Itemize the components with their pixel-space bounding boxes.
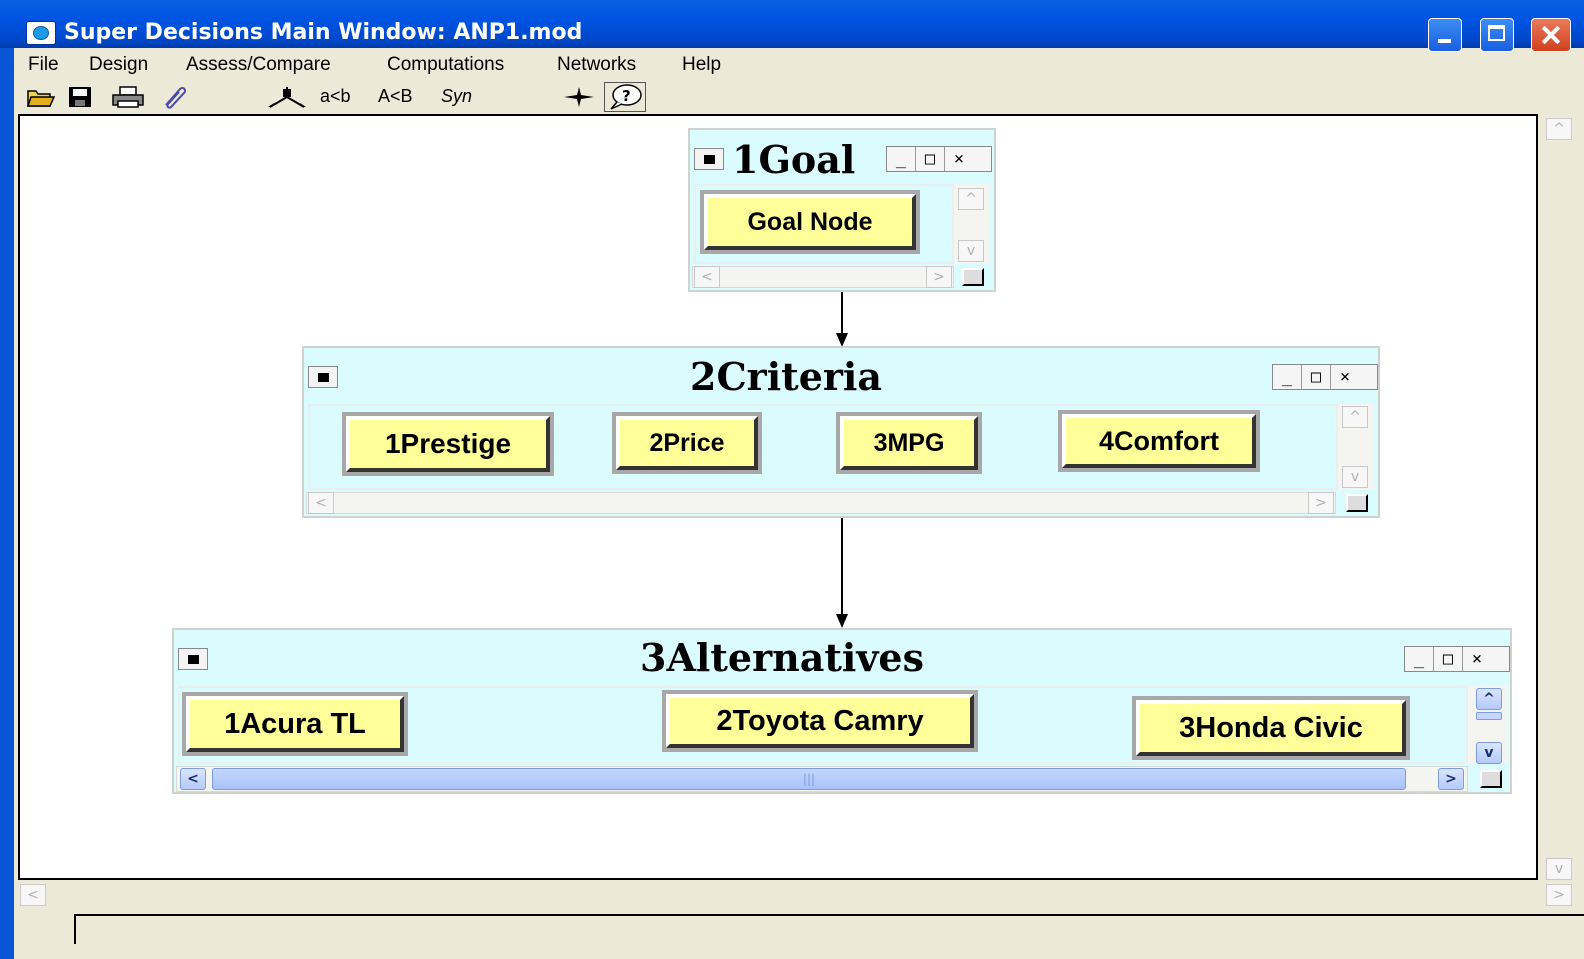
node-criteria-1prestige[interactable]: 1Prestige — [346, 416, 550, 472]
cluster-alternatives-scroll-up[interactable]: ^ — [1476, 688, 1502, 710]
cluster-criteria-scroll-up[interactable]: ^ — [1342, 406, 1368, 428]
cluster-alternatives-close-button[interactable]: × — [1463, 647, 1491, 671]
paperclip-icon[interactable] — [158, 85, 188, 109]
cluster-criteria-title: 2Criteria — [690, 354, 882, 399]
cluster-goal-resize-corner[interactable] — [962, 268, 984, 286]
open-folder-icon[interactable] — [26, 85, 56, 109]
help-balloon-button[interactable]: ? — [604, 82, 646, 112]
cluster-goal-scroll-up[interactable]: ^ — [958, 188, 984, 210]
cluster-criteria-scroll-down[interactable]: v — [1342, 466, 1368, 488]
cluster-goal-close-button[interactable]: × — [945, 147, 973, 171]
close-button[interactable] — [1531, 18, 1571, 52]
cluster-goal-scroll-left[interactable]: < — [694, 266, 720, 288]
menu-help[interactable]: Help — [682, 54, 721, 76]
node-alternatives-2toyota-camry[interactable]: 2Toyota Camry — [666, 694, 974, 748]
cluster-alternatives-hthumb[interactable]: ||| — [212, 768, 1406, 790]
cluster-goal-hscrollbar[interactable] — [692, 266, 954, 288]
cluster-goal-scroll-down[interactable]: v — [958, 240, 984, 262]
link-goal-to-criteria — [841, 292, 843, 336]
link-goal-to-criteria-arrowhead — [836, 333, 848, 347]
cluster-alternatives-title: 3Alternatives — [640, 635, 924, 680]
canvas-scroll-down-button[interactable]: v — [1546, 858, 1572, 880]
compare-upper-text[interactable]: A<B — [378, 86, 413, 107]
node-goal-node[interactable]: Goal Node — [704, 194, 916, 250]
print-icon[interactable] — [110, 85, 146, 109]
minimize-button[interactable] — [1428, 18, 1462, 52]
canvas-vertical-scrollbar[interactable] — [1544, 114, 1584, 880]
cluster-alternatives-system-button[interactable] — [178, 648, 208, 670]
cluster-alternatives-scroll-right[interactable]: > — [1438, 768, 1464, 790]
cluster-alternatives-vthumb[interactable] — [1476, 712, 1502, 720]
sync-text[interactable]: Syn — [441, 86, 472, 107]
canvas-horizontal-scrollbar[interactable] — [18, 880, 1584, 906]
menu-computations[interactable]: Computations — [387, 54, 504, 76]
link-criteria-to-alternatives — [841, 518, 843, 618]
cluster-criteria-window-controls: _ □ × — [1272, 364, 1378, 390]
cluster-alternatives-minimize-button[interactable]: _ — [1405, 647, 1434, 671]
node-alternatives-1acura-tl[interactable]: 1Acura TL — [186, 696, 404, 752]
node-connect-icon[interactable] — [266, 85, 310, 109]
compare-lower-text[interactable]: a<b — [320, 86, 351, 107]
canvas-scroll-left-button[interactable]: < — [20, 884, 46, 906]
node-criteria-3mpg[interactable]: 3MPG — [840, 416, 978, 470]
cluster-alternatives-resize-corner[interactable] — [1480, 770, 1502, 788]
help-balloon-icon: ? — [610, 84, 642, 110]
menu-assess-compare[interactable]: Assess/Compare — [186, 54, 331, 76]
cluster-goal-title: 1Goal — [732, 137, 856, 182]
cluster-goal-window-controls: _ □ × — [886, 146, 992, 172]
app-icon[interactable] — [26, 21, 56, 45]
node-criteria-2price[interactable]: 2Price — [616, 416, 758, 470]
cluster-goal-minimize-button[interactable]: _ — [887, 147, 916, 171]
cluster-alternatives-scroll-down[interactable]: v — [1476, 742, 1502, 764]
window-title: Super Decisions Main Window: ANP1.mod — [64, 20, 583, 45]
compass-icon[interactable] — [562, 85, 596, 109]
cluster-alternatives-maximize-button[interactable]: □ — [1434, 647, 1463, 671]
toolbar — [14, 82, 1584, 112]
cluster-alternatives-scroll-left[interactable]: < — [180, 768, 206, 790]
cluster-goal-scroll-right[interactable]: > — [926, 266, 952, 288]
node-alternatives-3honda-civic[interactable]: 3Honda Civic — [1136, 700, 1406, 756]
cluster-criteria-scroll-right[interactable]: > — [1308, 492, 1334, 514]
cluster-criteria-maximize-button[interactable]: □ — [1302, 365, 1331, 389]
cluster-goal-maximize-button[interactable]: □ — [916, 147, 945, 171]
cluster-criteria-system-button[interactable] — [308, 366, 338, 388]
window-frame-left — [0, 48, 14, 959]
save-disk-icon[interactable] — [66, 85, 96, 109]
menu-networks[interactable]: Networks — [557, 54, 636, 76]
svg-text:?: ? — [622, 87, 631, 105]
menu-design[interactable]: Design — [89, 54, 148, 76]
canvas-scroll-right-button[interactable]: > — [1546, 884, 1572, 906]
canvas-scroll-up-button[interactable]: ^ — [1546, 118, 1572, 140]
cluster-criteria-hscrollbar[interactable] — [306, 492, 1336, 514]
node-criteria-4comfort[interactable]: 4Comfort — [1062, 414, 1256, 468]
status-field — [74, 914, 1584, 944]
link-criteria-to-alternatives-arrowhead — [836, 614, 848, 628]
cluster-alternatives-window-controls: _ □ × — [1404, 646, 1510, 672]
cluster-criteria-close-button[interactable]: × — [1331, 365, 1359, 389]
cluster-criteria-minimize-button[interactable]: _ — [1273, 365, 1302, 389]
cluster-criteria-resize-corner[interactable] — [1346, 494, 1368, 512]
menu-file[interactable]: File — [28, 54, 59, 76]
cluster-goal-system-button[interactable] — [694, 148, 724, 170]
cluster-criteria-scroll-left[interactable]: < — [308, 492, 334, 514]
maximize-button[interactable] — [1480, 18, 1514, 52]
